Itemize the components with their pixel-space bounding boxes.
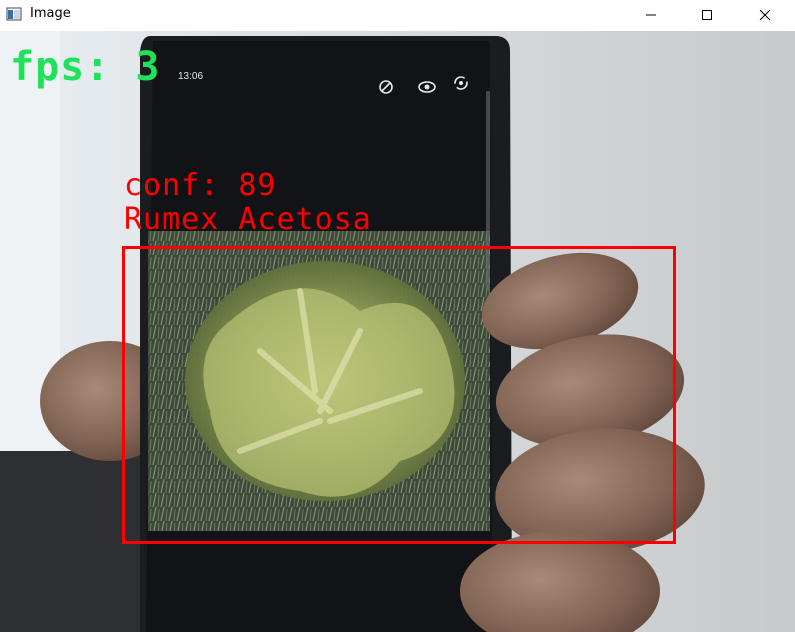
- close-icon: [759, 9, 771, 21]
- confidence-label: conf: 89: [124, 168, 277, 203]
- class-label: Rumex Acetosa: [124, 202, 372, 237]
- phone-status-time: 13:06: [178, 71, 204, 82]
- sync-icon: [454, 76, 468, 90]
- maximize-button[interactable]: [684, 0, 730, 30]
- maximize-icon: [702, 10, 712, 20]
- window-titlebar: Image: [0, 0, 795, 30]
- fps-counter: fps: 3: [10, 44, 161, 90]
- detection-bounding-box: [122, 246, 676, 544]
- minimize-icon: [646, 14, 656, 16]
- rotate-icon: [379, 80, 393, 94]
- app-window-icon: [6, 7, 22, 21]
- close-button[interactable]: [742, 0, 788, 30]
- window-title: Image: [30, 6, 71, 21]
- eye-icon: [418, 81, 436, 93]
- minimize-button[interactable]: [628, 0, 674, 30]
